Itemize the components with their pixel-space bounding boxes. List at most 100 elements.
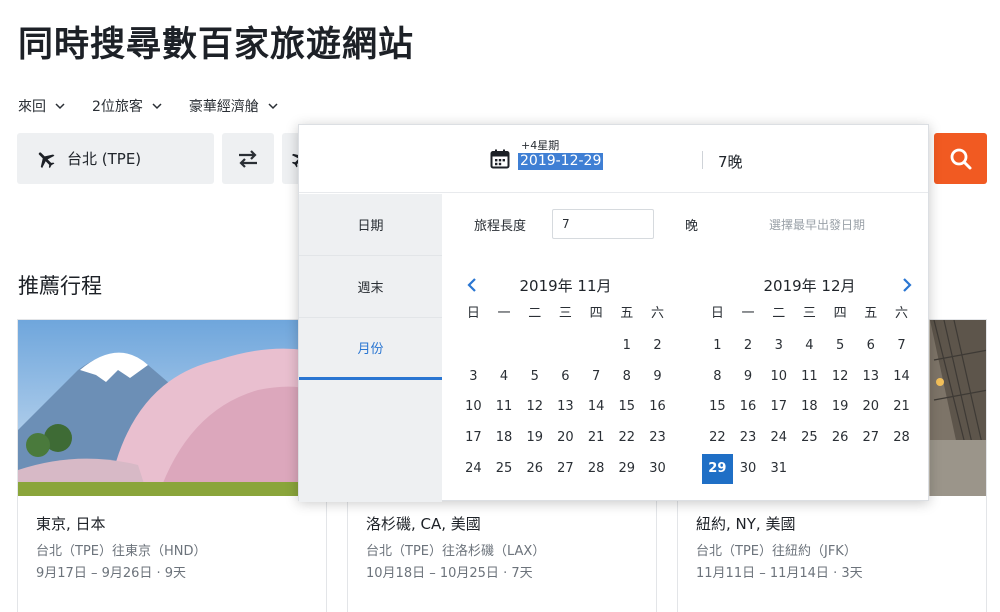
cabin-dropdown[interactable]: 豪華經濟艙 — [189, 96, 279, 116]
calendar-day[interactable]: 1 — [611, 331, 642, 362]
tab-month[interactable]: 月份 — [299, 318, 442, 380]
calendar-day[interactable]: 10 — [458, 392, 489, 423]
date-mode-tabs: 日期 週末 月份 — [299, 194, 442, 502]
calendar-day[interactable]: 3 — [763, 331, 794, 362]
calendar-day[interactable]: 24 — [458, 454, 489, 485]
calendar-day[interactable]: 25 — [489, 454, 520, 485]
plane-icon — [38, 151, 55, 168]
swap-icon — [239, 149, 257, 168]
origin-field[interactable]: 台北 (TPE) — [17, 133, 214, 184]
calendar-day-selected[interactable]: 29 — [702, 453, 733, 485]
calendar-day[interactable]: 20 — [550, 423, 581, 454]
calendar-day[interactable]: 7 — [886, 331, 917, 362]
calendar-day[interactable]: 15 — [611, 392, 642, 423]
calendar-day[interactable]: 29 — [611, 454, 642, 485]
trip-length-input[interactable]: 7 — [552, 209, 654, 239]
calendar-day[interactable]: 8 — [611, 362, 642, 393]
calendar-day[interactable]: 11 — [794, 362, 825, 393]
plus-days-label: +4星期 — [521, 139, 560, 152]
calendar-day[interactable]: 16 — [642, 392, 673, 423]
calendar-day[interactable]: 22 — [702, 423, 733, 454]
chevron-down-icon — [152, 103, 162, 110]
calendar-day[interactable]: 9 — [642, 362, 673, 393]
card-body: 東京, 日本 台北（TPE）往東京（HND） 9月17日 – 9月26日 · 9… — [18, 496, 326, 581]
card-body: 紐約, NY, 美國 台北（TPE）往紐約（JFK） 11月11日 – 11月1… — [678, 496, 986, 581]
calendar-day[interactable]: 17 — [458, 423, 489, 454]
tab-weekend[interactable]: 週末 — [299, 256, 442, 318]
calendar-day[interactable]: 16 — [733, 392, 764, 423]
trip-length-label: 旅程長度 — [474, 218, 527, 234]
calendar-day[interactable]: 28 — [886, 423, 917, 454]
card-route: 台北（TPE）往東京（HND） — [36, 544, 207, 559]
calendar-day[interactable]: 23 — [642, 423, 673, 454]
calendar-day[interactable]: 25 — [794, 423, 825, 454]
calendar-day[interactable]: 4 — [489, 362, 520, 393]
calendar-grid: 日一二三四五六 1 2 3 4 5 6 7 8 9 10 11 12 13 14 15 16 17 18 19 20 21… — [702, 301, 917, 485]
card-route: 台北（TPE）往洛杉磯（LAX） — [366, 544, 546, 559]
calendar-day[interactable]: 20 — [855, 392, 886, 423]
calendar-day[interactable]: 3 — [458, 362, 489, 393]
calendar-day[interactable]: 14 — [886, 362, 917, 393]
calendar-day[interactable]: 21 — [886, 392, 917, 423]
calendar-day[interactable]: 30 — [733, 454, 764, 485]
calendar-day[interactable]: 5 — [519, 362, 550, 393]
calendar-day[interactable]: 4 — [794, 331, 825, 362]
swap-button[interactable] — [222, 133, 274, 184]
calendar-day[interactable]: 2 — [733, 331, 764, 362]
calendar-day[interactable]: 9 — [733, 362, 764, 393]
empty-cell — [458, 331, 489, 362]
date-picker-popup: +4星期 2019-12-29 7晚 日期 週末 月份 旅程長度 7 晚 選擇最… — [298, 124, 929, 502]
calendar-day[interactable]: 21 — [581, 423, 612, 454]
empty-cell — [550, 331, 581, 362]
calendar-day[interactable]: 17 — [763, 392, 794, 423]
weekday-header: 三 — [802, 306, 816, 321]
calendar-day[interactable]: 30 — [642, 454, 673, 485]
weekday-header: 四 — [833, 306, 847, 321]
weekday-header: 日 — [710, 306, 724, 321]
calendar-day[interactable]: 14 — [581, 392, 612, 423]
card-body: 洛杉磯, CA, 美國 台北（TPE）往洛杉磯（LAX） 10月18日 – 10… — [348, 496, 656, 581]
calendar-day[interactable]: 8 — [702, 362, 733, 393]
calendar-day[interactable]: 26 — [519, 454, 550, 485]
card-title: 洛杉磯, CA, 美國 — [366, 515, 481, 533]
calendar-grid: 日一二三四五六 1 2 3 4 5 6 7 8 9 10 11 12 13 14 15 16 17 18 19 20 21… — [458, 301, 673, 484]
chevron-down-icon — [55, 103, 65, 110]
calendar-day[interactable]: 13 — [550, 392, 581, 423]
calendar-day[interactable]: 15 — [702, 392, 733, 423]
calendar-day[interactable]: 26 — [825, 423, 856, 454]
calendar-day[interactable]: 23 — [733, 423, 764, 454]
trip-card-tokyo[interactable]: 東京, 日本 台北（TPE）往東京（HND） 9月17日 – 9月26日 · 9… — [17, 319, 327, 612]
date-input[interactable]: 2019-12-29 — [518, 153, 604, 170]
search-button[interactable] — [934, 133, 987, 184]
calendar-day[interactable]: 2 — [642, 331, 673, 362]
calendar-day[interactable]: 19 — [519, 423, 550, 454]
calendar-day[interactable]: 19 — [825, 392, 856, 423]
calendar-day[interactable]: 6 — [855, 331, 886, 362]
calendar-day[interactable]: 5 — [825, 331, 856, 362]
travelers-label: 2位旅客 — [92, 99, 143, 115]
nights-field[interactable]: 7晚 — [718, 151, 743, 172]
calendar-day[interactable]: 7 — [581, 362, 612, 393]
calendar-day[interactable]: 27 — [550, 454, 581, 485]
month-title: 2019年 11月 — [519, 277, 612, 295]
card-title: 東京, 日本 — [36, 515, 106, 533]
calendar-day[interactable]: 18 — [489, 423, 520, 454]
calendar-day[interactable]: 1 — [702, 331, 733, 362]
calendar-day[interactable]: 6 — [550, 362, 581, 393]
travelers-dropdown[interactable]: 2位旅客 — [92, 96, 163, 116]
calendar-day[interactable]: 10 — [763, 362, 794, 393]
page-title: 同時搜尋數百家旅遊網站 — [18, 25, 415, 65]
trip-type-dropdown[interactable]: 來回 — [18, 96, 66, 116]
calendar-day[interactable]: 18 — [794, 392, 825, 423]
weekday-header: 五 — [620, 306, 634, 321]
calendar-day[interactable]: 24 — [763, 423, 794, 454]
calendar-day[interactable]: 12 — [825, 362, 856, 393]
calendar-day[interactable]: 11 — [489, 392, 520, 423]
calendar-day[interactable]: 28 — [581, 454, 612, 485]
calendar-day[interactable]: 12 — [519, 392, 550, 423]
calendar-day[interactable]: 13 — [855, 362, 886, 393]
calendar-day[interactable]: 31 — [763, 454, 794, 485]
tab-date[interactable]: 日期 — [299, 194, 442, 256]
calendar-day[interactable]: 22 — [611, 423, 642, 454]
calendar-day[interactable]: 27 — [855, 423, 886, 454]
